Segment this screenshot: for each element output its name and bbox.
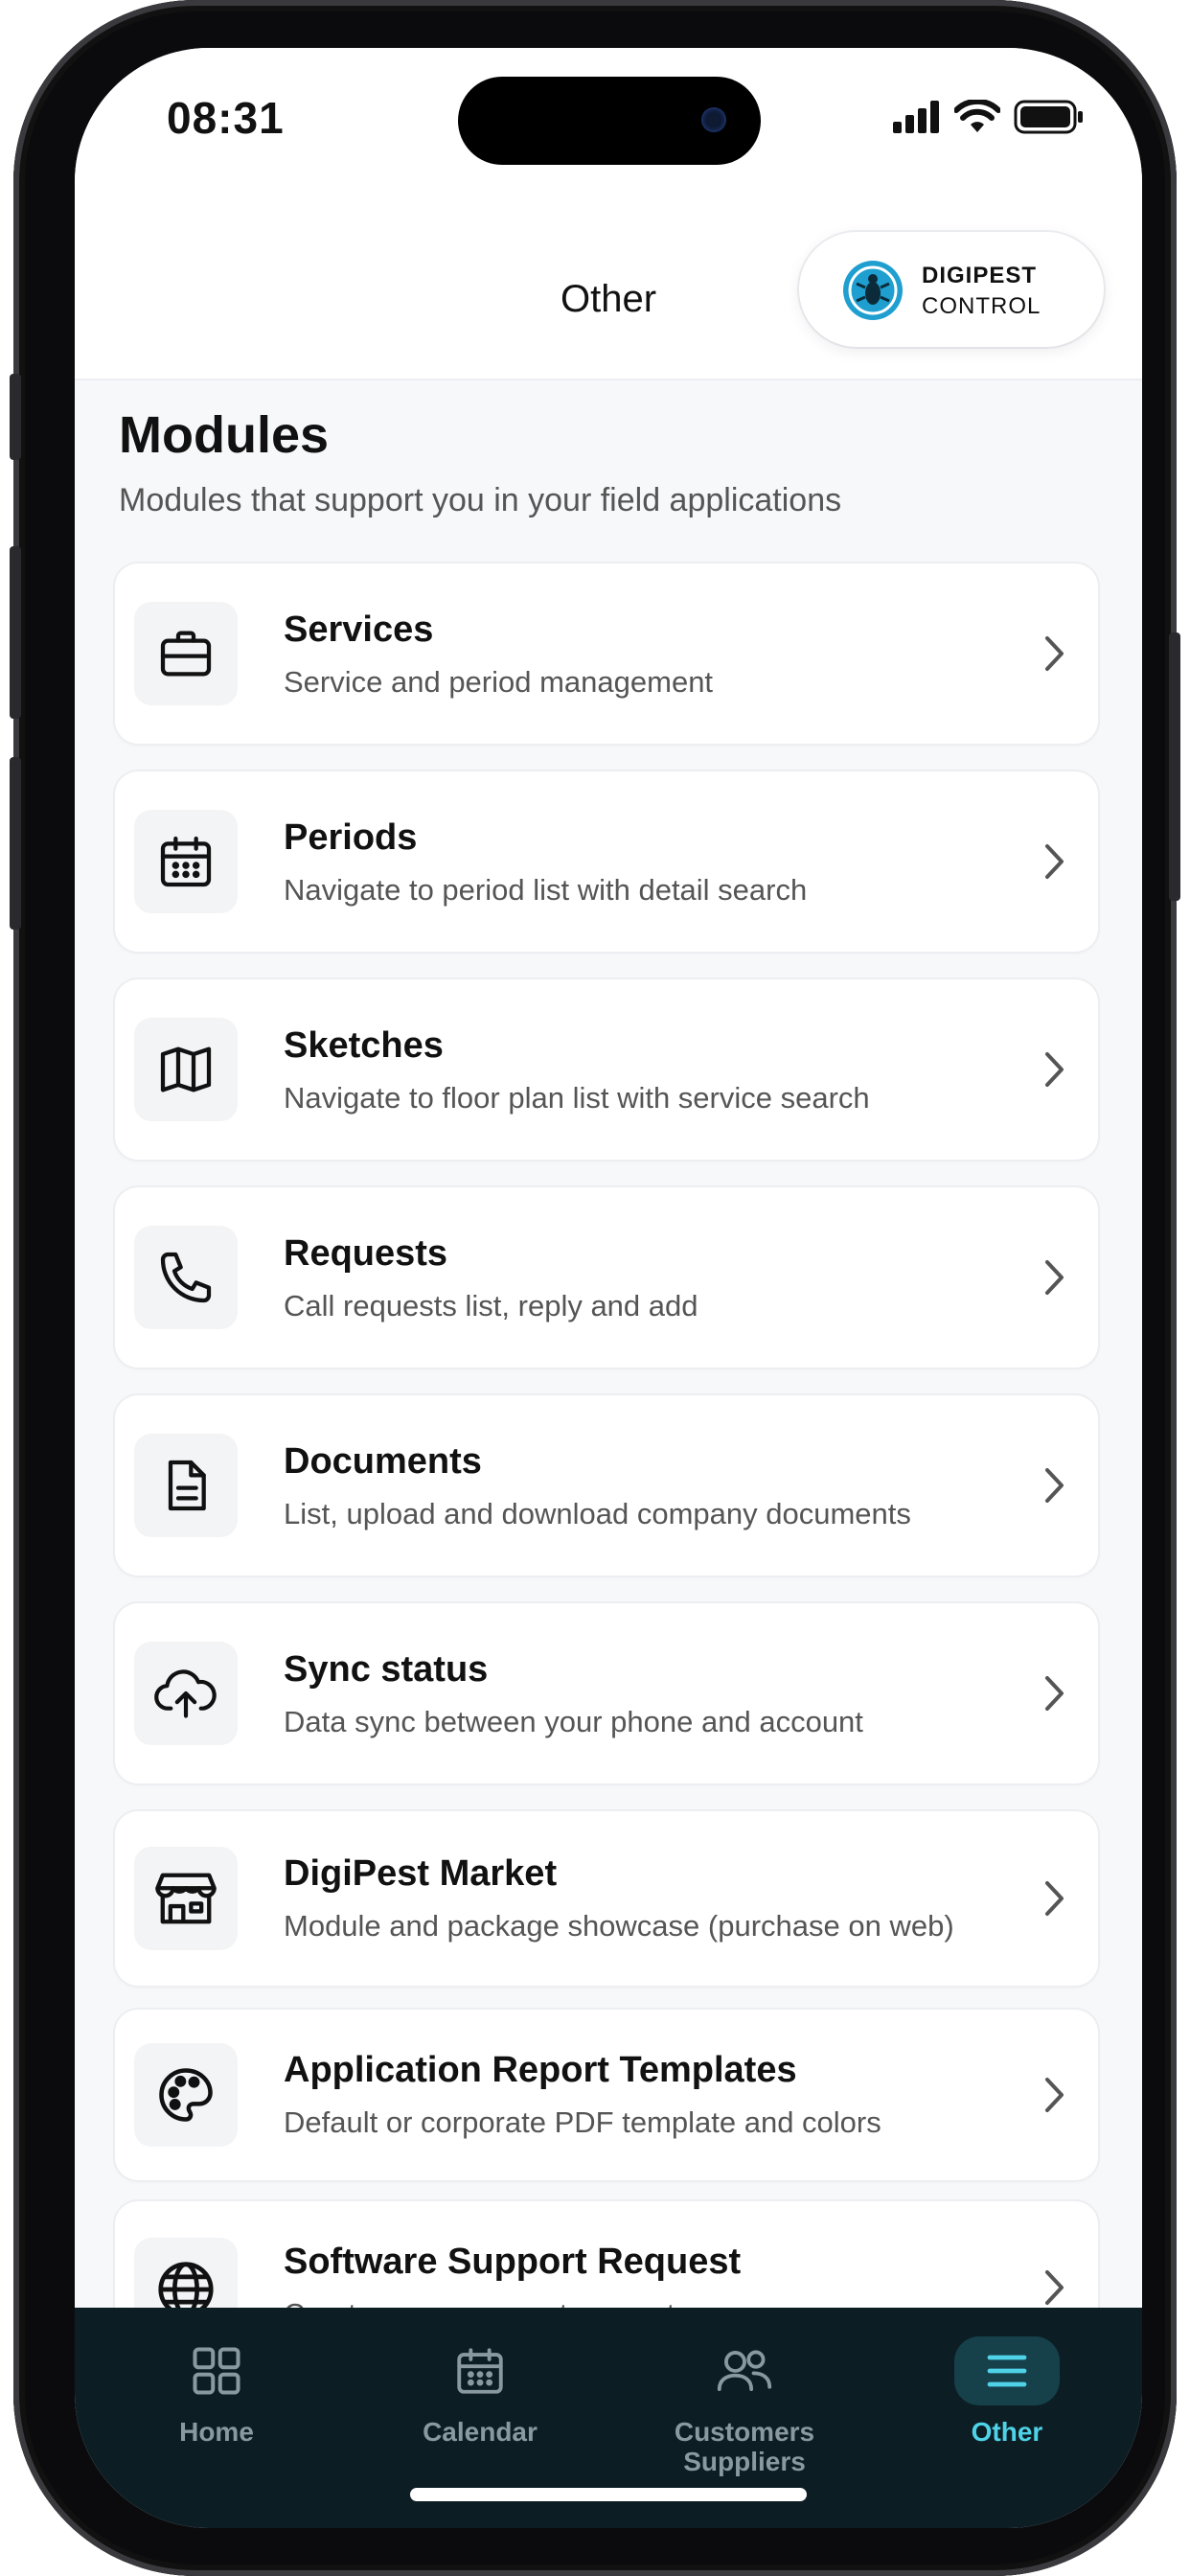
logo-line-1: DIGIPEST [922, 263, 1038, 288]
digipest-logo-icon [843, 261, 903, 320]
bottom-tab-bar: Home Calendar Customers Suppliers Other [75, 2308, 1142, 2528]
chevron-right-icon [1045, 1260, 1064, 1295]
module-card-documents[interactable]: Documents List, upload and download comp… [115, 1395, 1098, 1576]
module-card-digipest-market[interactable]: DigiPest Market Module and package showc… [115, 1811, 1098, 1986]
power-button [1169, 632, 1180, 901]
tab-label-line-2: Suppliers [683, 2447, 806, 2476]
chevron-right-icon [1045, 1881, 1064, 1916]
chevron-right-icon [1045, 2078, 1064, 2112]
module-title: Software Support Request [284, 2242, 742, 2282]
calendar-icon [457, 2348, 503, 2394]
module-desc: Module and package showcase (purchase on… [284, 1909, 954, 1943]
chevron-right-icon [1045, 636, 1064, 671]
module-desc: Service and period management [284, 665, 714, 699]
chevron-right-icon [1045, 2270, 1064, 2305]
chevron-right-icon [1045, 1468, 1064, 1503]
tab-label: Home [179, 2417, 254, 2447]
tab-label: Calendar [423, 2417, 538, 2447]
module-icon-box [134, 2043, 238, 2147]
module-title: Sync status [284, 1649, 489, 1690]
phone-frame: 08:31 Other DIGIPEST CONTROL Modules Mod… [10, 0, 1180, 2576]
camera-icon [701, 107, 726, 132]
menu-icon [987, 2355, 1027, 2387]
logo-text: DIGIPEST CONTROL [922, 261, 1041, 322]
chevron-right-icon [1045, 1052, 1064, 1087]
module-card-report-templates[interactable]: Application Report Templates Default or … [115, 2010, 1098, 2180]
briefcase-icon [160, 631, 212, 677]
status-time: 08:31 [167, 93, 285, 143]
palette-icon [159, 2068, 213, 2122]
wifi-icon [954, 100, 1000, 132]
tab-label: Other [971, 2417, 1043, 2447]
dynamic-island [458, 77, 761, 165]
battery-icon [1014, 100, 1083, 134]
module-icon-box [134, 1642, 238, 1745]
document-icon [168, 1460, 206, 1511]
module-card-sync-status[interactable]: Sync status Data sync between your phone… [115, 1603, 1098, 1783]
module-title: DigiPest Market [284, 1853, 558, 1894]
chevron-right-icon [1045, 1676, 1064, 1711]
module-title: Application Report Templates [284, 2050, 797, 2090]
status-icons [893, 100, 1085, 134]
module-desc: Data sync between your phone and account [284, 1705, 863, 1738]
module-icon-box [134, 1018, 238, 1121]
company-logo[interactable]: DIGIPEST CONTROL [799, 232, 1104, 347]
module-icon-box [134, 1226, 238, 1329]
module-title: Requests [284, 1233, 448, 1274]
module-icon-box [134, 1847, 238, 1950]
home-indicator[interactable] [410, 2488, 807, 2501]
tab-customers-suppliers[interactable]: Customers Suppliers [639, 2336, 850, 2476]
map-icon [160, 1046, 212, 1092]
silent-switch [10, 374, 21, 460]
module-desc: Call requests list, reply and add [284, 1289, 698, 1322]
section-title: Modules [119, 406, 330, 464]
top-header: Other DIGIPEST CONTROL [75, 192, 1142, 380]
status-bar: 08:31 [75, 48, 1142, 192]
phone-icon [160, 1252, 212, 1303]
tab-other[interactable]: Other [902, 2336, 1112, 2447]
store-icon [155, 1873, 217, 1924]
module-card-sketches[interactable]: Sketches Navigate to floor plan list wit… [115, 979, 1098, 1160]
module-desc: Default or corporate PDF template and co… [284, 2105, 881, 2139]
module-card-periods[interactable]: Periods Navigate to period list with det… [115, 771, 1098, 952]
module-title: Sketches [284, 1025, 444, 1066]
tab-label-line-1: Customers [674, 2417, 815, 2447]
module-title: Services [284, 610, 434, 650]
module-desc: Navigate to period list with detail sear… [284, 873, 808, 907]
active-tab-pill [954, 2336, 1060, 2405]
module-title: Periods [284, 817, 418, 858]
module-desc: Navigate to floor plan list with service… [284, 1081, 870, 1115]
tab-home[interactable]: Home [111, 2336, 322, 2447]
module-card-requests[interactable]: Requests Call requests list, reply and a… [115, 1187, 1098, 1368]
module-icon-box [134, 602, 238, 705]
module-desc: List, upload and download company docume… [284, 1497, 911, 1530]
screen: 08:31 Other DIGIPEST CONTROL Modules Mod… [75, 48, 1142, 2528]
calendar-grid-icon [160, 836, 212, 887]
volume-up-button [10, 546, 21, 719]
volume-down-button [10, 757, 21, 930]
signal-icon [893, 101, 939, 133]
module-card-services[interactable]: Services Service and period management [115, 564, 1098, 744]
logo-line-2: CONTROL [922, 293, 1041, 319]
module-icon-box [134, 810, 238, 913]
users-icon [717, 2350, 772, 2391]
grid-icon [193, 2347, 240, 2395]
cloud-upload-icon [154, 1669, 217, 1718]
tab-calendar[interactable]: Calendar [375, 2336, 585, 2447]
section-subtitle: Modules that support you in your field a… [119, 482, 842, 518]
chevron-right-icon [1045, 844, 1064, 879]
module-title: Documents [284, 1441, 482, 1482]
module-icon-box [134, 1434, 238, 1537]
